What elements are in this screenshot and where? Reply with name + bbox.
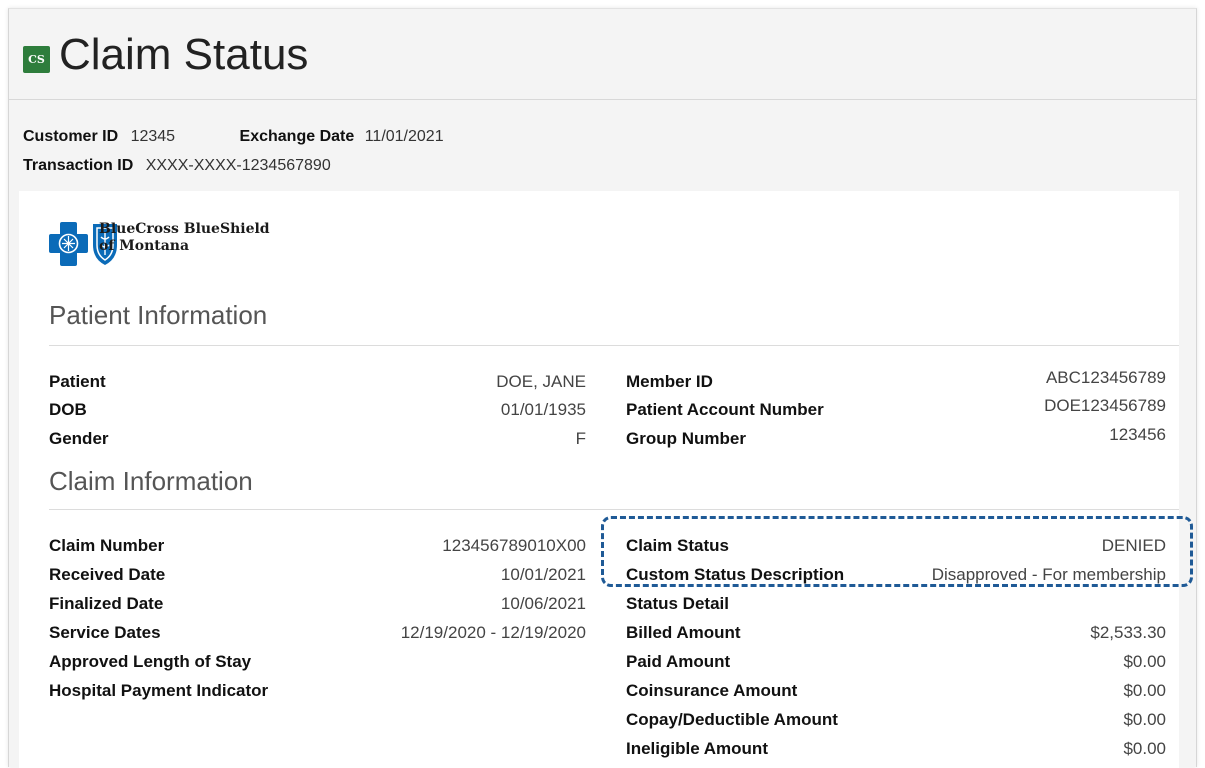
member-id-value: ABC123456789 [1045,368,1166,387]
meta-row-transaction: Transaction ID XXXX-XXXX-1234567890 [23,156,331,176]
patient-information-heading: Patient Information [49,300,268,330]
gender-label: Gender [49,429,109,448]
claim-section-divider [49,509,1179,510]
status-detail-label: Status Detail [626,594,729,613]
claim-number-label: Claim Number [49,536,165,555]
claim-information-heading: Claim Information [49,466,253,496]
member-id-label: Member ID [626,372,713,391]
approved-length-of-stay-label: Approved Length of Stay [49,652,252,671]
service-dates-label: Service Dates [49,623,161,642]
finalized-date-label: Finalized Date [49,594,164,613]
billed-amount-value: $2,533.30 [1090,623,1166,642]
transaction-id-label: Transaction ID [23,157,134,174]
copay-deductible-amount-value: $0.00 [1123,710,1166,729]
exchange-date-label: Exchange Date [239,128,355,145]
received-date-label: Received Date [49,565,166,584]
gender-value: F [575,429,586,448]
billed-amount-label: Billed Amount [626,623,741,642]
coinsurance-amount-label: Coinsurance Amount [626,681,798,700]
logo-line-1: BlueCross BlueShield [99,221,270,237]
paid-amount-label: Paid Amount [626,652,731,671]
dob-value: 01/01/1935 [500,400,586,419]
logo-line-2: of Montana [99,238,190,254]
claim-status-highlight-box [601,516,1193,587]
coinsurance-amount-value: $0.00 [1123,681,1166,700]
claim-status-badge-icon: CS [23,46,50,73]
title-bar: CS Claim Status [9,9,1196,100]
bcbs-logo-text: BlueCross BlueShield of Montana [99,221,270,255]
customer-id-label: Customer ID [23,128,119,145]
claim-status-window: CS Claim Status Customer ID 12345 Exchan… [8,8,1197,768]
copay-deductible-amount-label: Copay/Deductible Amount [626,710,838,729]
ineligible-amount-label: Ineligible Amount [626,739,768,758]
dob-label: DOB [49,400,87,419]
paid-amount-value: $0.00 [1123,652,1166,671]
group-number-value: 123456 [1109,425,1166,444]
hospital-payment-indicator-label: Hospital Payment Indicator [49,681,269,700]
transaction-id-value: XXXX-XXXX-1234567890 [145,157,331,174]
ineligible-amount-value: $0.00 [1123,739,1166,758]
patient-value: DOE, JANE [496,372,586,391]
customer-id-value: 12345 [130,128,176,145]
group-number-label: Group Number [626,429,746,448]
finalized-date-value: 10/06/2021 [500,594,586,613]
received-date-value: 10/01/2021 [500,565,586,584]
service-dates-value: 12/19/2020 - 12/19/2020 [400,623,586,642]
patient-account-number-value: DOE123456789 [1044,396,1166,415]
claim-details-card: BlueCross BlueShield of Montana Patient … [19,191,1193,768]
exchange-date-value: 11/01/2021 [364,128,444,145]
page-title: Claim Status [59,30,309,79]
patient-label: Patient [49,372,106,391]
claim-number-value: 123456789010X00 [442,536,586,555]
meta-row-ids: Customer ID 12345 Exchange Date 11/01/20… [23,127,444,147]
patient-section-divider [49,345,1179,346]
patient-account-number-label: Patient Account Number [626,400,824,419]
